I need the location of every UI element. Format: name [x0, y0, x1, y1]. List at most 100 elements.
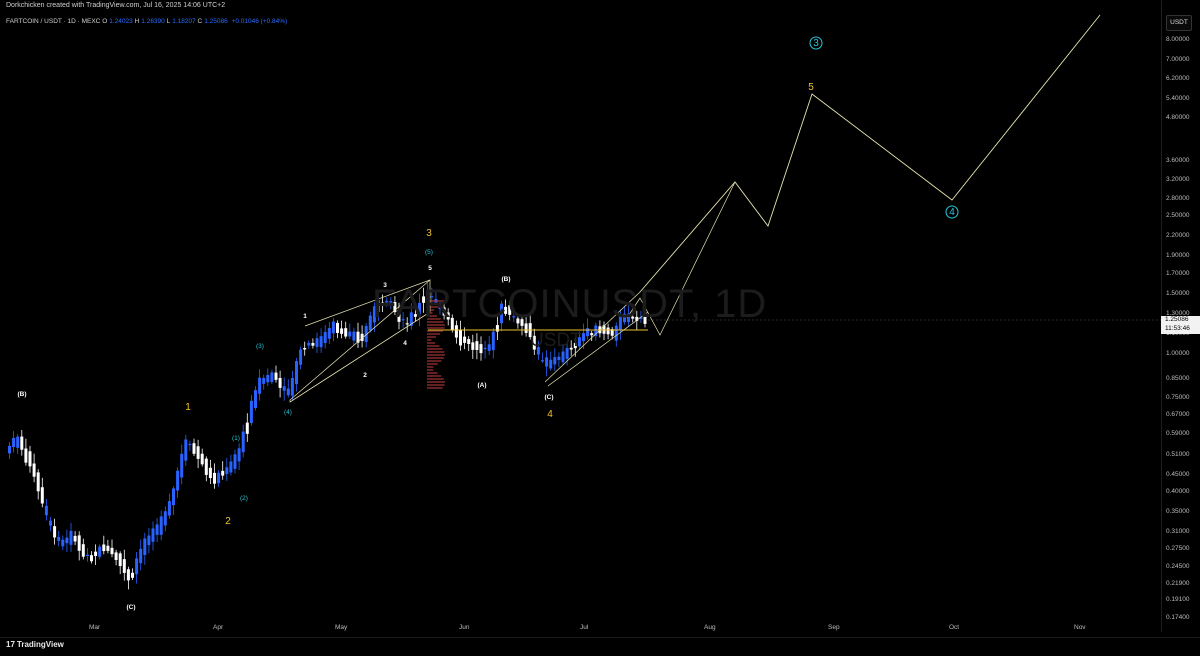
price-tick-label: 8.00000 — [1166, 36, 1190, 43]
candle-body — [467, 339, 471, 344]
volume-profile-bar — [427, 369, 434, 371]
candle-body — [237, 448, 241, 462]
symbol-legend[interactable]: FARTCOIN / USDT · 1D · MEXC O 1.24023 H 1.… — [6, 18, 287, 25]
candle-body — [16, 436, 20, 448]
volume-profile-bar — [427, 378, 444, 380]
time-axis-label: Sep — [828, 624, 840, 631]
wave-label: 3 — [813, 38, 819, 49]
candle-body — [491, 331, 495, 351]
volume-profile-bar — [427, 357, 444, 359]
candle-body — [479, 344, 483, 354]
candle-body — [278, 377, 282, 388]
candle-body — [454, 325, 458, 338]
volume-profile-bar — [427, 387, 443, 389]
volume-profile-bar — [427, 372, 438, 374]
candle-body — [126, 569, 130, 581]
price-tick-label: 0.75000 — [1166, 394, 1190, 401]
candle-body — [94, 551, 98, 556]
tradingview-logo[interactable]: 17 TradingView — [6, 640, 64, 649]
candle-body — [172, 488, 175, 506]
candle-body — [315, 338, 319, 347]
candle-body — [266, 374, 270, 383]
bar-countdown: 11:53:46 — [1165, 324, 1190, 332]
candle-body — [286, 388, 290, 396]
candle-body — [12, 437, 16, 448]
candle-body — [159, 516, 163, 535]
wave-label: (1) — [232, 435, 240, 442]
candle-body — [295, 361, 298, 385]
price-tick-label: 0.45000 — [1166, 471, 1190, 478]
candle-body — [8, 445, 11, 454]
candle-body — [28, 451, 32, 467]
price-tick-label: 0.31000 — [1166, 528, 1190, 535]
candle-body — [475, 341, 479, 350]
price-tick-label: 0.19100 — [1166, 596, 1190, 603]
candle-body — [582, 333, 585, 342]
candle-body — [65, 537, 69, 544]
candle-body — [176, 470, 180, 491]
candle-body — [352, 331, 356, 341]
price-tick-label: 1.90000 — [1166, 252, 1190, 259]
candle-body — [36, 472, 40, 492]
low-value: 1.18207 — [172, 18, 196, 25]
candle-body — [233, 454, 237, 469]
candle-body — [463, 336, 467, 343]
price-tick-label: 0.27500 — [1166, 545, 1190, 552]
candle-body — [114, 552, 118, 560]
candle-body — [225, 467, 229, 475]
candle-body — [258, 377, 262, 394]
candle-body — [217, 472, 221, 484]
candle-body — [241, 431, 245, 453]
candle-body — [483, 347, 487, 350]
price-tick-label: 0.59000 — [1166, 430, 1190, 437]
candle-body — [61, 539, 65, 547]
candle-body — [90, 555, 93, 562]
close-value: 1.25086 — [204, 18, 228, 25]
candle-body — [471, 342, 475, 350]
price-tick-label: 4.80000 — [1166, 114, 1190, 121]
candle-body — [344, 328, 348, 337]
candle-body — [290, 377, 294, 396]
price-tick-label: 0.21900 — [1166, 580, 1190, 587]
price-tick-label: 0.51000 — [1166, 451, 1190, 458]
wave-label: 2 — [225, 516, 231, 527]
candle-body — [348, 331, 352, 337]
open-label: O — [102, 18, 108, 25]
candle-body — [254, 390, 257, 409]
time-axis-label: Jul — [580, 624, 589, 631]
candle-body — [98, 546, 102, 557]
time-axis-label: Nov — [1074, 624, 1086, 631]
candle-body — [331, 321, 335, 334]
candle-body — [323, 331, 327, 343]
wave-label: 1 — [185, 402, 191, 413]
candle-body — [167, 501, 171, 516]
candle-body — [139, 548, 143, 564]
volume-profile-bar — [427, 381, 445, 383]
symbol-title: FARTCOIN / USDT · 1D · MEXC — [6, 18, 101, 25]
tradingview-logo-icon: 17 — [6, 640, 15, 649]
candle-body — [262, 378, 266, 384]
candle-body — [20, 436, 24, 450]
currency-button[interactable]: USDT — [1166, 15, 1192, 31]
time-axis-label: Apr — [213, 624, 224, 631]
wave-label: (4) — [284, 409, 292, 416]
candle-body — [213, 472, 216, 484]
candle-body — [151, 528, 155, 542]
price-tick-label: 6.20000 — [1166, 75, 1190, 82]
time-axis-label: Jun — [459, 624, 470, 631]
volume-profile-bar — [427, 348, 443, 350]
wave-label: 4 — [403, 340, 407, 347]
candle-body — [85, 554, 89, 556]
high-label: H — [134, 18, 140, 25]
candle-body — [299, 349, 303, 365]
volume-profile-bar — [427, 333, 441, 335]
candle-body — [77, 535, 81, 551]
candle-body — [135, 558, 139, 575]
candle-body — [549, 359, 553, 369]
price-tick-label: 0.67000 — [1166, 411, 1190, 418]
price-tick-label: 3.20000 — [1166, 176, 1190, 183]
time-axis-label: May — [335, 624, 348, 631]
volume-profile-bar — [427, 336, 437, 338]
price-tick-label: 0.17400 — [1166, 614, 1190, 621]
candle-body — [229, 461, 233, 473]
